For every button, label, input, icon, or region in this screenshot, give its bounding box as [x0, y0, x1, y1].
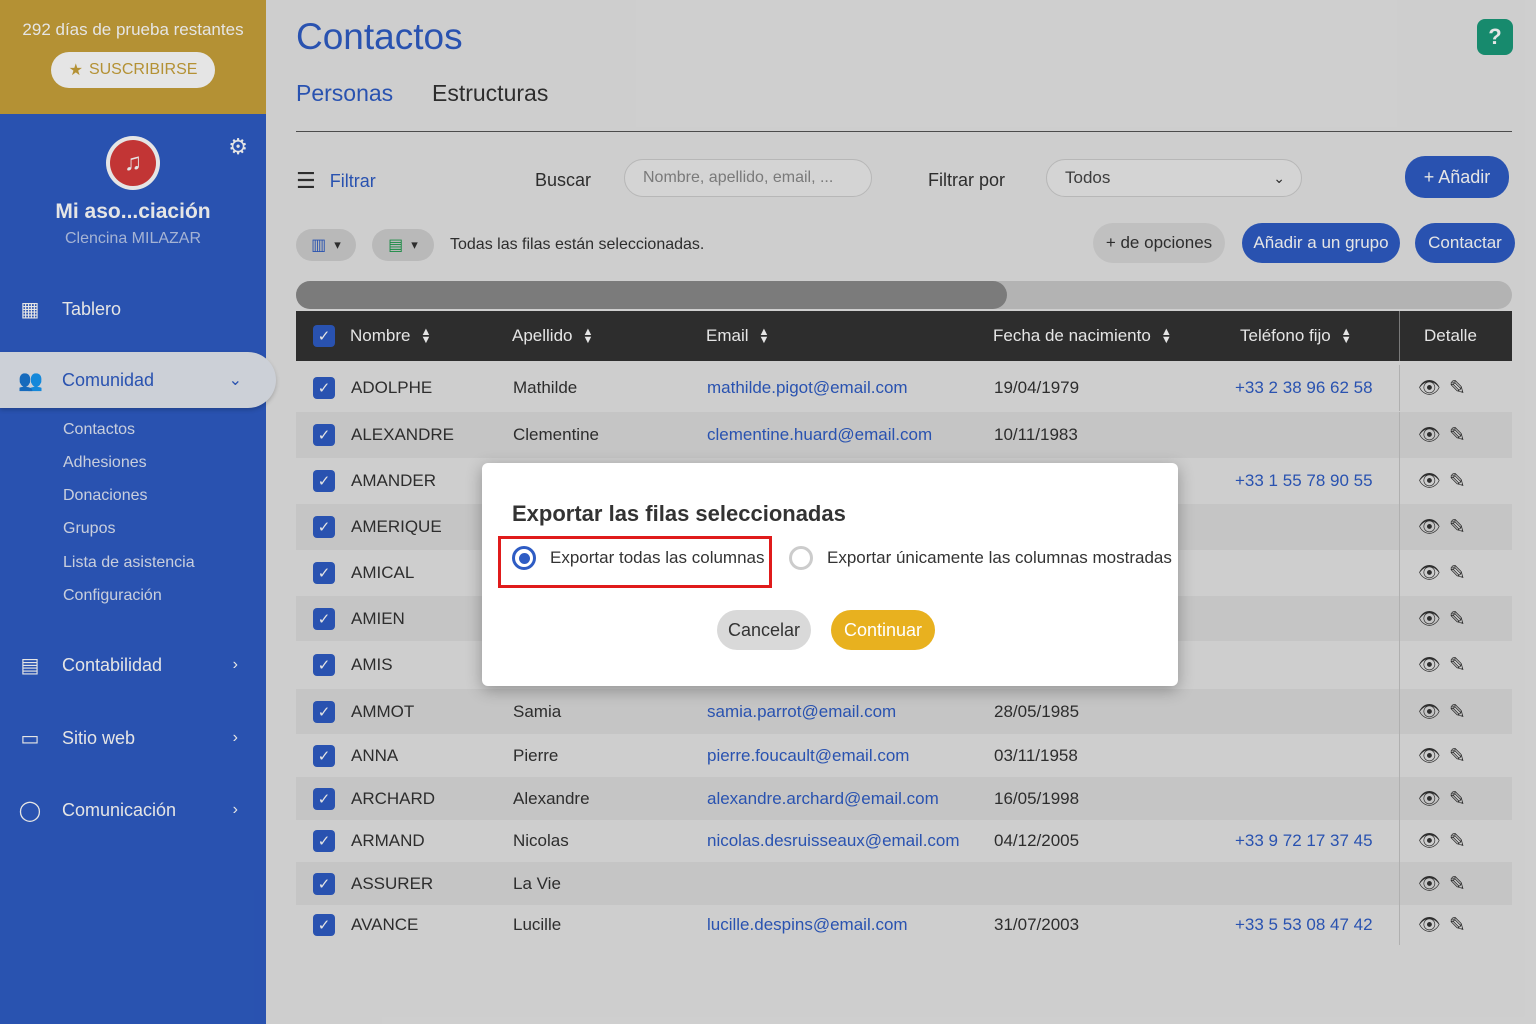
- export-all-option[interactable]: Exportar todas las columnas: [512, 546, 765, 570]
- export-shown-label: Exportar únicamente las columnas mostrad…: [827, 548, 1172, 567]
- export-all-label: Exportar todas las columnas: [550, 548, 765, 567]
- radio-unselected[interactable]: [789, 546, 813, 570]
- export-dialog: Exportar las filas seleccionadas Exporta…: [482, 463, 1178, 686]
- export-shown-option[interactable]: Exportar únicamente las columnas mostrad…: [789, 546, 1172, 570]
- radio-selected[interactable]: [512, 546, 536, 570]
- dialog-title: Exportar las filas seleccionadas: [512, 501, 846, 526]
- continue-button[interactable]: Continuar: [831, 610, 935, 650]
- cancel-button[interactable]: Cancelar: [717, 610, 811, 650]
